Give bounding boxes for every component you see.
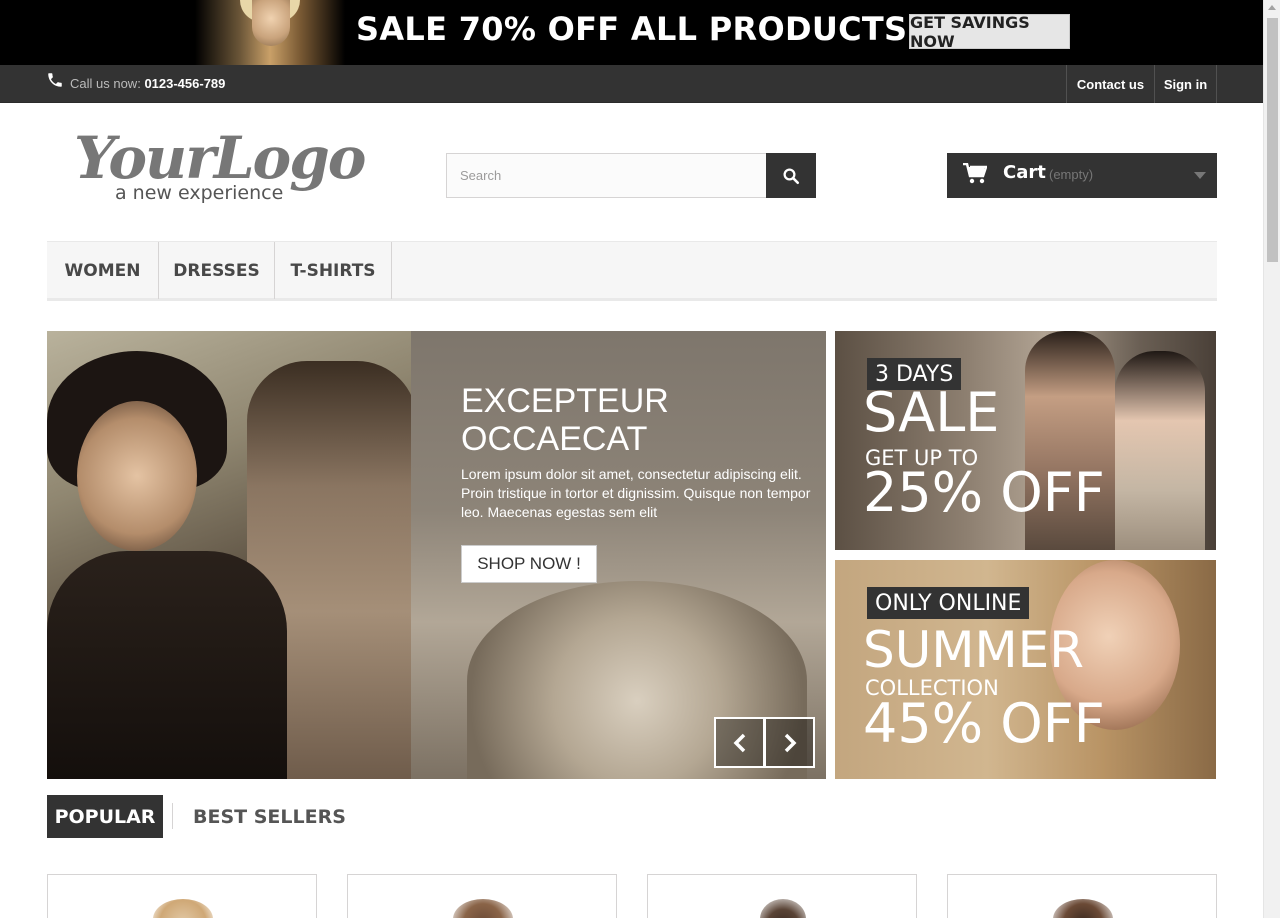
chevron-down-icon bbox=[1194, 172, 1206, 179]
banner-headline: SALE 70% OFF ALL PRODUCTS bbox=[356, 10, 908, 48]
tab-best-sellers[interactable]: BEST SELLERS bbox=[193, 795, 346, 838]
menu-item-dresses[interactable]: DRESSES bbox=[159, 242, 275, 299]
product-image[interactable] bbox=[760, 899, 806, 918]
shopping-cart-icon bbox=[963, 163, 987, 184]
slider-prev-button[interactable] bbox=[714, 717, 765, 768]
vertical-scrollbar[interactable] bbox=[1263, 0, 1280, 918]
main-menu: WOMEN DRESSES T-SHIRTS bbox=[47, 241, 1217, 301]
slider-description: Lorem ipsum dolor sit amet, consectetur … bbox=[461, 466, 811, 520]
get-savings-button[interactable]: GET SAVINGS NOW bbox=[909, 13, 1070, 51]
contact-us-link[interactable]: Contact us bbox=[1066, 65, 1154, 103]
promo-offer: 45% OFF bbox=[863, 692, 1105, 755]
phone-icon bbox=[48, 73, 62, 87]
phone-number: 0123-456-789 bbox=[144, 76, 226, 91]
chevron-left-icon bbox=[733, 733, 745, 752]
logo-tagline: a new experience bbox=[115, 182, 284, 204]
promo-headline: SUMMER bbox=[863, 621, 1084, 679]
menu-item-tshirts[interactable]: T-SHIRTS bbox=[275, 242, 392, 299]
tab-popular[interactable]: POPULAR bbox=[47, 795, 163, 838]
search-button[interactable] bbox=[766, 153, 816, 198]
product-card[interactable] bbox=[47, 874, 317, 918]
banner-model-face bbox=[252, 0, 290, 46]
top-promo-banner[interactable]: SALE 70% OFF ALL PRODUCTS GET SAVINGS NO… bbox=[0, 0, 1263, 65]
tab-divider bbox=[172, 803, 173, 829]
slider-woman-face bbox=[77, 401, 197, 551]
promo-tag: ONLY ONLINE bbox=[867, 587, 1030, 619]
site-logo[interactable]: YourLogo a new experience bbox=[70, 124, 366, 214]
menu-item-women[interactable]: WOMEN bbox=[47, 242, 159, 299]
promo-woman-figure bbox=[1115, 351, 1205, 550]
cart-label: Cart bbox=[1003, 162, 1046, 183]
chevron-right-icon bbox=[784, 733, 796, 752]
shop-now-button[interactable]: SHOP NOW ! bbox=[461, 545, 597, 583]
scroll-up-arrow-icon[interactable] bbox=[1268, 5, 1276, 10]
search-input[interactable]: Search bbox=[446, 153, 767, 198]
product-card[interactable] bbox=[947, 874, 1217, 918]
search-icon bbox=[783, 168, 800, 184]
promo-banner-sale[interactable]: 3 DAYS SALE GET UP TO 25% OFF bbox=[835, 331, 1216, 550]
product-image[interactable] bbox=[453, 899, 513, 918]
call-us-text: Call us now: 0123-456-789 bbox=[70, 76, 225, 91]
slider-next-button[interactable] bbox=[764, 717, 815, 768]
homepage-slider: EXCEPTEUR OCCAECAT Lorem ipsum dolor sit… bbox=[47, 331, 826, 779]
cart-status: (empty) bbox=[1049, 167, 1094, 182]
call-label: Call us now: bbox=[70, 76, 141, 91]
promo-headline: SALE bbox=[863, 381, 1000, 444]
product-card[interactable] bbox=[347, 874, 617, 918]
slider-title: EXCEPTEUR OCCAECAT bbox=[461, 382, 669, 458]
promo-offer: 25% OFF bbox=[863, 461, 1105, 524]
promo-banner-summer[interactable]: ONLY ONLINE SUMMER COLLECTION 45% OFF bbox=[835, 560, 1216, 779]
scrollbar-thumb[interactable] bbox=[1267, 18, 1278, 262]
slider-leather-jacket bbox=[47, 551, 287, 779]
product-card[interactable] bbox=[647, 874, 917, 918]
cart-dropdown[interactable]: Cart (empty) bbox=[947, 153, 1217, 198]
sign-in-link[interactable]: Sign in bbox=[1154, 65, 1217, 103]
product-image[interactable] bbox=[153, 899, 213, 918]
product-image[interactable] bbox=[1053, 899, 1113, 918]
